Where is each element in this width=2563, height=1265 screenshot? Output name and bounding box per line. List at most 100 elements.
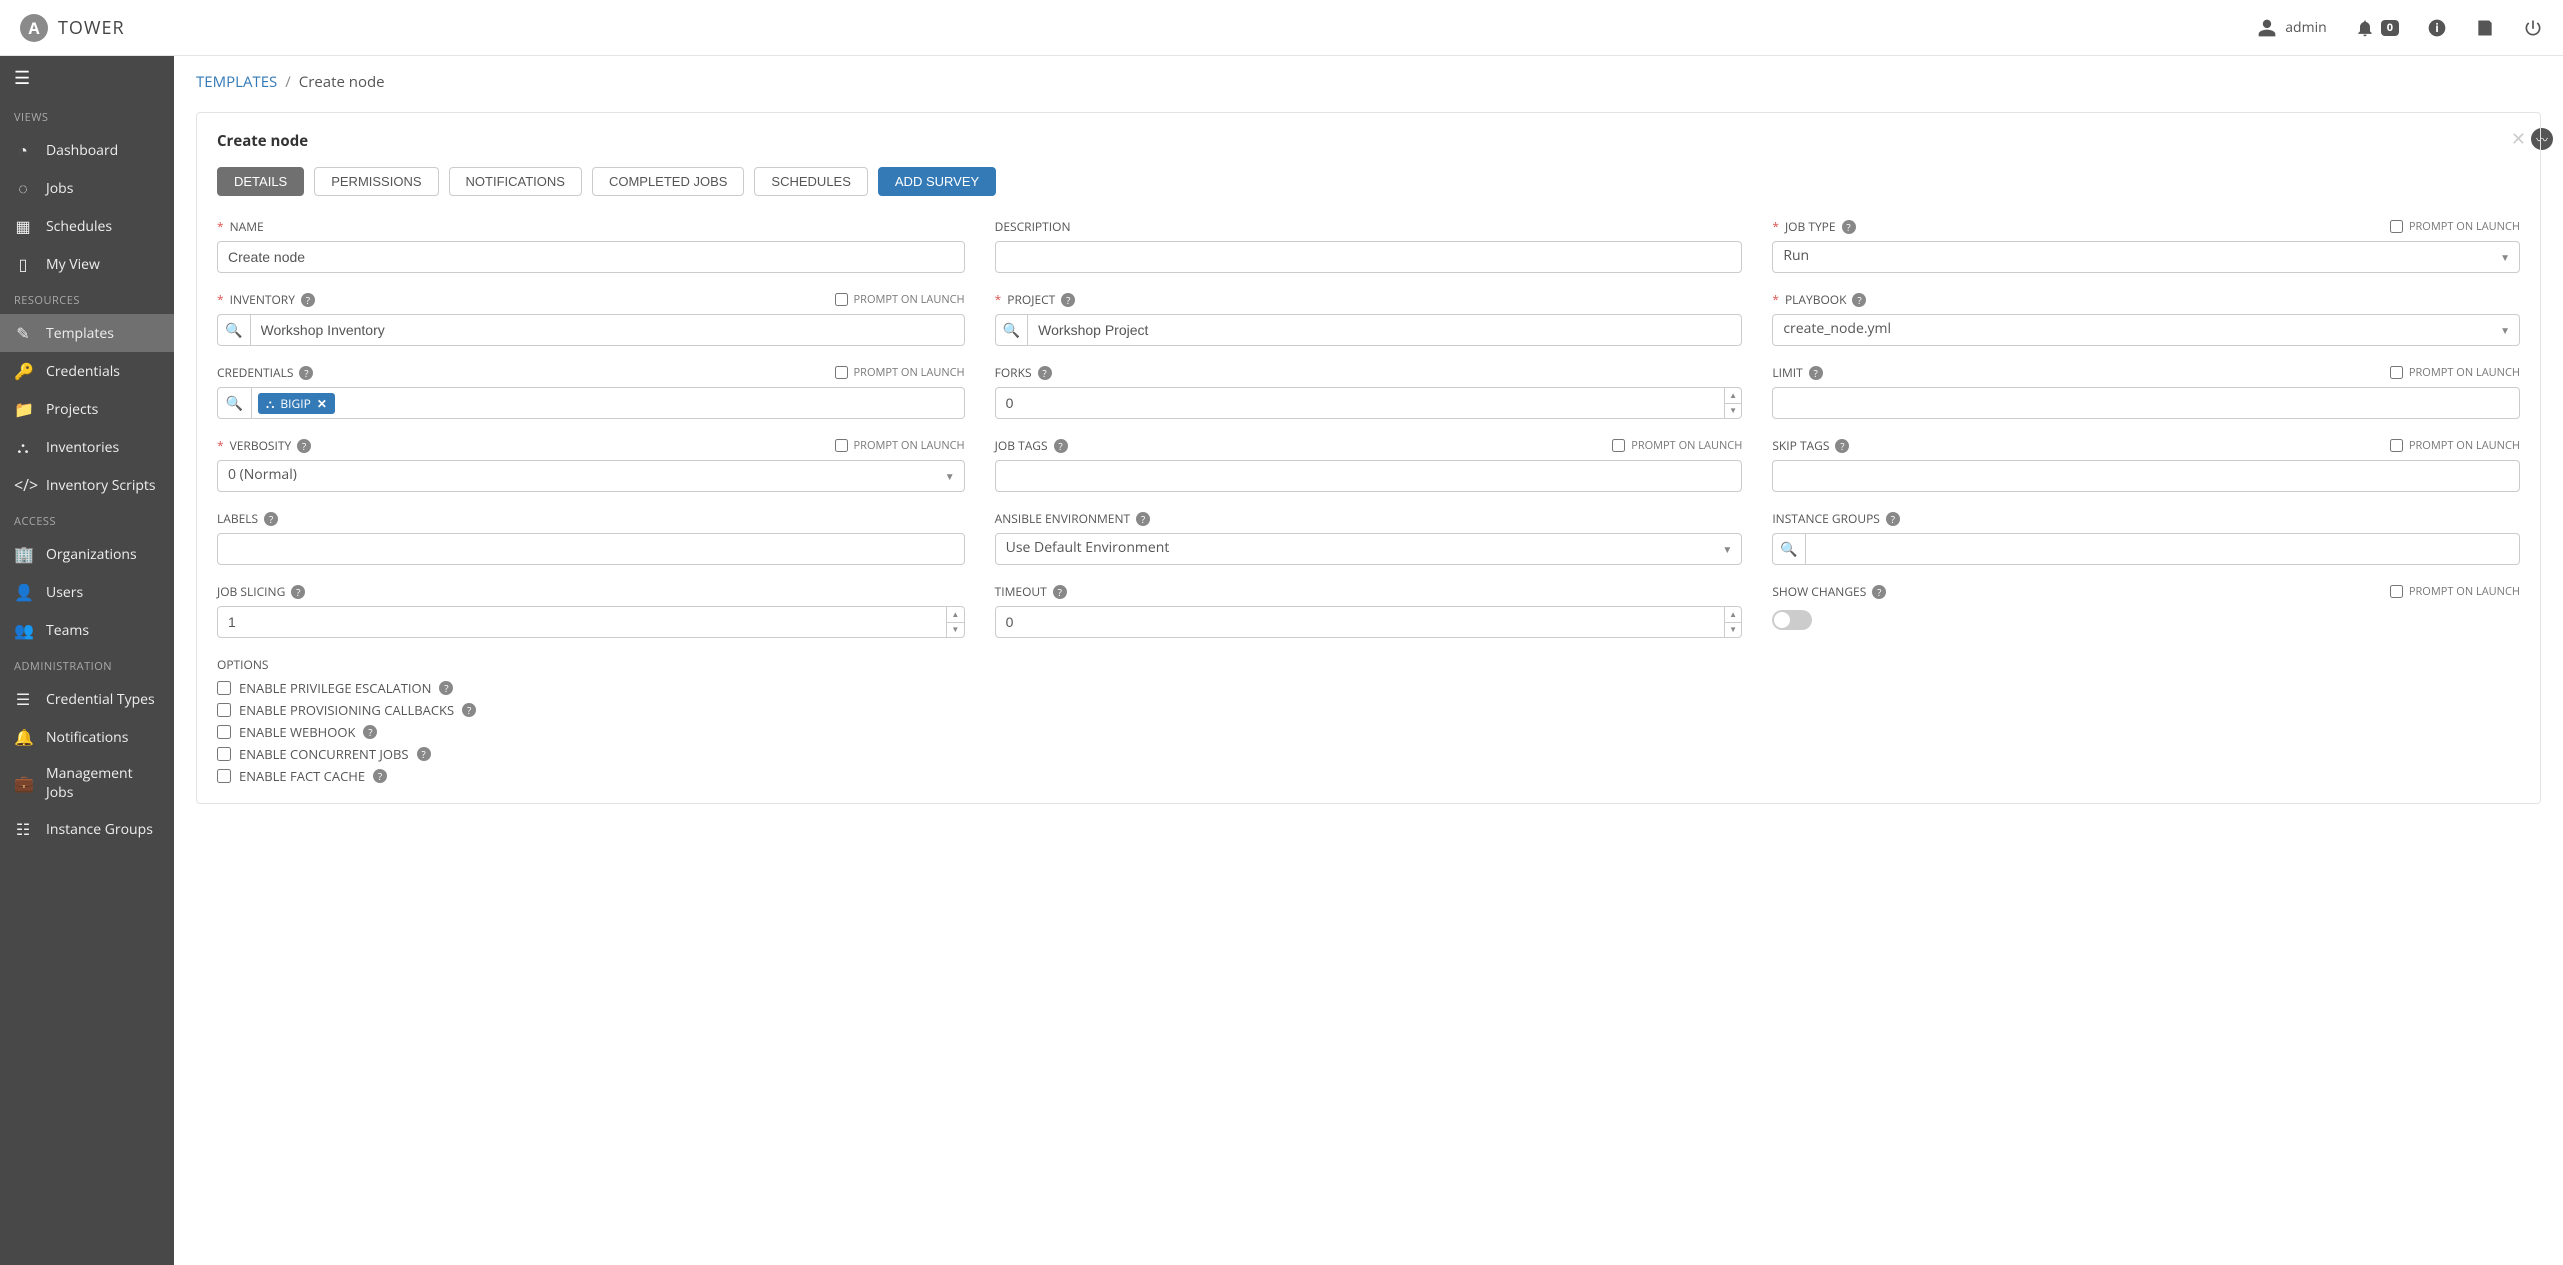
tab-permissions[interactable]: PERMISSIONS: [314, 167, 438, 196]
search-icon[interactable]: 🔍: [217, 387, 251, 419]
sidebar-item-schedules[interactable]: ▦Schedules: [0, 207, 174, 245]
help-icon[interactable]: ?: [462, 703, 476, 717]
sidebar-item-instance-groups[interactable]: ☷Instance Groups: [0, 810, 174, 848]
help-icon[interactable]: ?: [363, 725, 377, 739]
prompt-skiptags[interactable]: PROMPT ON LAUNCH: [2390, 438, 2520, 453]
logo-icon: A: [20, 14, 48, 42]
help-icon[interactable]: ?: [299, 366, 313, 380]
prompt-jobtype[interactable]: PROMPT ON LAUNCH: [2390, 219, 2520, 234]
timeout-spinner[interactable]: ▲▼: [1725, 606, 1743, 638]
jobslicing-spinner[interactable]: ▲▼: [947, 606, 965, 638]
instance-groups-input[interactable]: [1805, 533, 2520, 565]
labels-input[interactable]: [217, 533, 965, 565]
prompt-limit[interactable]: PROMPT ON LAUNCH: [2390, 365, 2520, 380]
help-icon[interactable]: ?: [1053, 585, 1067, 599]
prompt-jobtags[interactable]: PROMPT ON LAUNCH: [1612, 438, 1742, 453]
help-icon[interactable]: ?: [1842, 220, 1856, 234]
job-tags-input[interactable]: [995, 460, 1743, 492]
power-icon[interactable]: [2523, 18, 2543, 38]
sidebar-item-credentials[interactable]: 🔑Credentials: [0, 352, 174, 390]
help-icon[interactable]: ?: [1136, 512, 1150, 526]
help-icon[interactable]: ?: [1061, 293, 1075, 307]
opt-fact-cache[interactable]: ENABLE FACT CACHE ?: [217, 767, 2520, 785]
search-icon[interactable]: 🔍: [1772, 533, 1805, 565]
hamburger-button[interactable]: ☰: [0, 56, 174, 100]
prompt-credentials[interactable]: PROMPT ON LAUNCH: [835, 365, 965, 380]
section-access: ACCESS: [0, 504, 174, 535]
breadcrumb-root[interactable]: TEMPLATES: [196, 72, 277, 92]
help-icon[interactable]: ?: [417, 747, 431, 761]
name-input[interactable]: [217, 241, 965, 273]
help-icon[interactable]: ?: [1886, 512, 1900, 526]
sidebar-item-management-jobs[interactable]: 💼Management Jobs: [0, 756, 174, 810]
help-icon[interactable]: ?: [297, 439, 311, 453]
sidebar-item-projects[interactable]: 📁Projects: [0, 390, 174, 428]
limit-input[interactable]: [1772, 387, 2520, 419]
notifications-button[interactable]: 0: [2355, 18, 2399, 38]
help-icon[interactable]: ?: [1809, 366, 1823, 380]
tab-completed-jobs[interactable]: COMPLETED JOBS: [592, 167, 744, 196]
sidebar-item-templates[interactable]: ✎Templates: [0, 314, 174, 352]
tab-details[interactable]: DETAILS: [217, 167, 304, 196]
opt-webhook[interactable]: ENABLE WEBHOOK ?: [217, 723, 2520, 741]
description-input[interactable]: [995, 241, 1743, 273]
verbosity-select[interactable]: 0 (Normal): [217, 460, 965, 492]
sidebar-item-inventories[interactable]: ⛬Inventories: [0, 428, 174, 466]
close-icon[interactable]: ✕: [2511, 127, 2526, 151]
chevron-down-icon[interactable]: ▼: [947, 623, 964, 638]
help-icon[interactable]: ?: [1872, 585, 1886, 599]
help-icon[interactable]: ?: [1852, 293, 1866, 307]
tab-notifications[interactable]: NOTIFICATIONS: [449, 167, 582, 196]
sidebar-item-dashboard[interactable]: ◔Dashboard: [0, 131, 174, 169]
help-icon[interactable]: ?: [439, 681, 453, 695]
info-icon[interactable]: i: [2427, 18, 2447, 38]
sidebar-item-myview[interactable]: ▯My View: [0, 245, 174, 283]
forks-input[interactable]: [995, 387, 1725, 419]
show-changes-toggle[interactable]: [1772, 610, 1812, 630]
job-slicing-input[interactable]: [217, 606, 947, 638]
sidebar-item-notifications[interactable]: 🔔Notifications: [0, 718, 174, 756]
sidebar-item-teams[interactable]: 👥Teams: [0, 611, 174, 649]
help-icon[interactable]: ?: [1054, 439, 1068, 453]
chip-remove-icon[interactable]: ✕: [317, 395, 327, 412]
search-icon[interactable]: 🔍: [995, 314, 1028, 346]
chevron-up-icon[interactable]: ▲: [947, 607, 964, 623]
skip-tags-input[interactable]: [1772, 460, 2520, 492]
prompt-inventory[interactable]: PROMPT ON LAUNCH: [835, 292, 965, 307]
add-survey-button[interactable]: ADD SURVEY: [878, 167, 996, 196]
search-icon[interactable]: 🔍: [217, 314, 250, 346]
help-icon[interactable]: ?: [291, 585, 305, 599]
opt-prov-callbacks[interactable]: ENABLE PROVISIONING CALLBACKS ?: [217, 701, 2520, 719]
help-icon[interactable]: ?: [1835, 439, 1849, 453]
credential-chip[interactable]: ⛬BIGIP✕: [258, 393, 335, 414]
inventory-input[interactable]: [250, 314, 965, 346]
help-icon[interactable]: ?: [373, 769, 387, 783]
project-input[interactable]: [1027, 314, 1742, 346]
sidebar-item-users[interactable]: 👤Users: [0, 573, 174, 611]
ansible-env-select[interactable]: Use Default Environment: [995, 533, 1743, 565]
sidebar-item-organizations[interactable]: 🏢Organizations: [0, 535, 174, 573]
help-icon[interactable]: ?: [301, 293, 315, 307]
sidebar-item-inventory-scripts[interactable]: </>Inventory Scripts: [0, 466, 174, 504]
prompt-showchanges[interactable]: PROMPT ON LAUNCH: [2390, 584, 2520, 599]
forks-spinner[interactable]: ▲▼: [1725, 387, 1743, 419]
docs-icon[interactable]: [2475, 18, 2495, 38]
sidebar-item-jobs[interactable]: ◌Jobs: [0, 169, 174, 207]
credentials-input[interactable]: ⛬BIGIP✕: [251, 387, 965, 419]
opt-concurrent-jobs[interactable]: ENABLE CONCURRENT JOBS ?: [217, 745, 2520, 763]
opt-priv-escalation[interactable]: ENABLE PRIVILEGE ESCALATION ?: [217, 679, 2520, 697]
user-menu[interactable]: admin: [2257, 18, 2326, 38]
playbook-select[interactable]: create_node.yml: [1772, 314, 2520, 346]
calendar-icon: ▦: [14, 215, 32, 237]
job-type-select[interactable]: Run: [1772, 241, 2520, 273]
sidebar-item-credential-types[interactable]: ☰Credential Types: [0, 680, 174, 718]
chevron-up-icon[interactable]: ▲: [1725, 388, 1742, 404]
prompt-verbosity[interactable]: PROMPT ON LAUNCH: [835, 438, 965, 453]
help-icon[interactable]: ?: [264, 512, 278, 526]
chevron-up-icon[interactable]: ▲: [1725, 607, 1742, 623]
chevron-down-icon[interactable]: ▼: [1725, 404, 1742, 419]
help-icon[interactable]: ?: [1038, 366, 1052, 380]
chevron-down-icon[interactable]: ▼: [1725, 623, 1742, 638]
tab-schedules[interactable]: SCHEDULES: [754, 167, 867, 196]
timeout-input[interactable]: [995, 606, 1725, 638]
